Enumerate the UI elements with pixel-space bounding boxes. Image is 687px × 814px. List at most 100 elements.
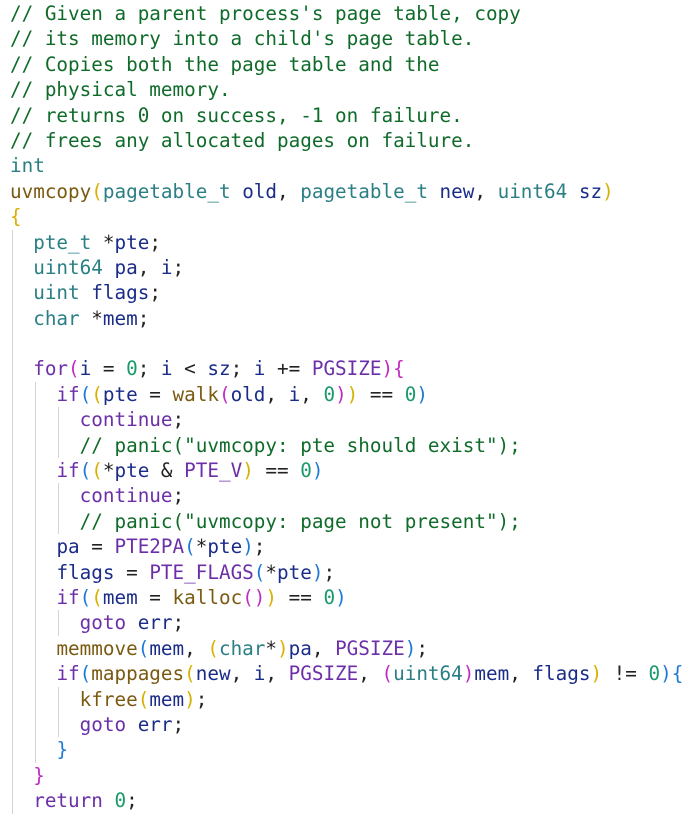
code-token: kfree: [79, 687, 138, 711]
code-line[interactable]: uvmcopy(pagetable_t old, pagetable_t new…: [10, 179, 687, 204]
code-token: (: [79, 585, 92, 609]
code-line[interactable]: int: [10, 153, 687, 178]
code-line[interactable]: continue;: [10, 483, 687, 509]
code-line[interactable]: // physical memory.: [10, 77, 687, 102]
code-token: return: [33, 789, 103, 813]
code-token: pagetable_t: [300, 179, 428, 203]
code-line[interactable]: // frees any allocated pages on failure.: [10, 128, 687, 153]
code-line[interactable]: pa = PTE2PA(*pte);: [10, 534, 687, 560]
code-line[interactable]: memmove(mem, (char*)pa, PGSIZE);: [10, 635, 687, 662]
code-token: ): [346, 382, 359, 406]
code-token: ;: [230, 357, 254, 381]
code-token: ): [462, 662, 475, 686]
code-editor[interactable]: // Given a parent process's page table, …: [10, 1, 687, 814]
code-token: }: [33, 763, 45, 787]
code-line[interactable]: return 0;: [10, 788, 687, 814]
code-token: uvmcopy: [10, 179, 92, 203]
code-line[interactable]: // panic("uvmcopy: pte should exist");: [10, 432, 687, 459]
code-token: ;: [172, 712, 185, 736]
indent-guide: [12, 356, 13, 382]
indent-guide: [12, 229, 13, 255]
code-line[interactable]: for(i = 0; i < sz; i += PGSIZE){: [10, 356, 687, 382]
code-token: sz: [578, 179, 603, 203]
code-token: pte: [207, 535, 243, 559]
code-line[interactable]: if(mappages(new, i, PGSIZE, (uint64)mem,…: [10, 661, 687, 687]
code-token: ;: [149, 281, 161, 305]
code-token: pa: [56, 535, 80, 559]
code-line[interactable]: goto err;: [10, 610, 687, 636]
code-line[interactable]: if((pte = walk(old, i, 0)) == 0): [10, 381, 687, 408]
code-line[interactable]: [10, 331, 687, 357]
code-line[interactable]: if((mem = kalloc()) == 0): [10, 584, 687, 611]
code-token: continue: [79, 484, 173, 508]
code-line[interactable]: // its memory into a child's page table.: [10, 26, 687, 51]
code-token: ): [277, 636, 289, 660]
code-token: ;: [126, 789, 138, 813]
code-line[interactable]: }: [10, 762, 687, 789]
code-token: uint64: [393, 662, 463, 686]
code-token: pa: [288, 636, 312, 660]
code-token: ,: [277, 179, 301, 203]
code-token: flags: [56, 560, 115, 584]
code-token: i: [160, 357, 173, 381]
code-token: ): [590, 662, 603, 686]
code-line[interactable]: // Given a parent process's page table, …: [10, 1, 687, 26]
code-token: pte: [102, 382, 138, 406]
indent-guide: [12, 483, 13, 509]
code-token: old: [242, 179, 278, 203]
code-line[interactable]: // panic("uvmcopy: page not present");: [10, 508, 687, 535]
code-token: (: [91, 459, 103, 483]
code-token: pte: [114, 230, 150, 254]
code-token: (: [137, 687, 150, 711]
code-token: if: [56, 662, 80, 686]
code-token: (: [79, 382, 92, 406]
code-line[interactable]: if((*pte & PTE_V) == 0): [10, 458, 687, 484]
indent-guide: [35, 508, 37, 535]
code-line[interactable]: flags = PTE_FLAGS(*pte);: [10, 559, 687, 585]
code-line[interactable]: uint flags;: [10, 280, 687, 306]
code-line[interactable]: pte_t *pte;: [10, 229, 687, 255]
code-token: for: [33, 357, 69, 381]
code-token: pte: [277, 560, 312, 584]
code-token: mappages: [91, 662, 185, 686]
code-token: *: [265, 560, 278, 584]
code-token: (: [91, 382, 103, 406]
indent-guide: [35, 737, 37, 763]
code-line[interactable]: // returns 0 on success, -1 on failure.: [10, 103, 687, 128]
code-token: ,: [265, 662, 289, 686]
code-line[interactable]: }: [10, 737, 687, 763]
code-line[interactable]: char *mem;: [10, 305, 687, 332]
code-token: ;: [172, 611, 185, 635]
code-token: ,: [184, 636, 208, 660]
code-line[interactable]: uint64 pa, i;: [10, 254, 687, 281]
code-token: new: [439, 179, 475, 203]
indent-guide: [58, 407, 60, 433]
indent-guide: [12, 407, 13, 433]
code-line[interactable]: {: [10, 204, 687, 229]
code-token: (: [79, 662, 92, 686]
code-token: =: [114, 560, 150, 584]
indent-guide: [58, 508, 60, 535]
indent-guide: [12, 661, 13, 687]
code-line[interactable]: kfree(mem);: [10, 686, 687, 712]
code-token: ==: [277, 585, 324, 609]
code-token: ): [381, 357, 394, 381]
code-token: =: [79, 535, 115, 559]
code-line[interactable]: // Copies both the page table and the: [10, 52, 687, 77]
indent-guide: [12, 610, 13, 636]
code-token: ;: [149, 230, 161, 254]
code-line[interactable]: goto err;: [10, 711, 687, 738]
code-token: i: [253, 662, 266, 686]
code-line[interactable]: continue;: [10, 407, 687, 433]
code-token: int: [10, 154, 45, 178]
indent-guide: [12, 762, 13, 789]
indent-guide: [12, 508, 13, 535]
code-token: 0: [126, 357, 138, 381]
code-token: ;: [323, 560, 336, 584]
code-token: err: [137, 712, 173, 736]
